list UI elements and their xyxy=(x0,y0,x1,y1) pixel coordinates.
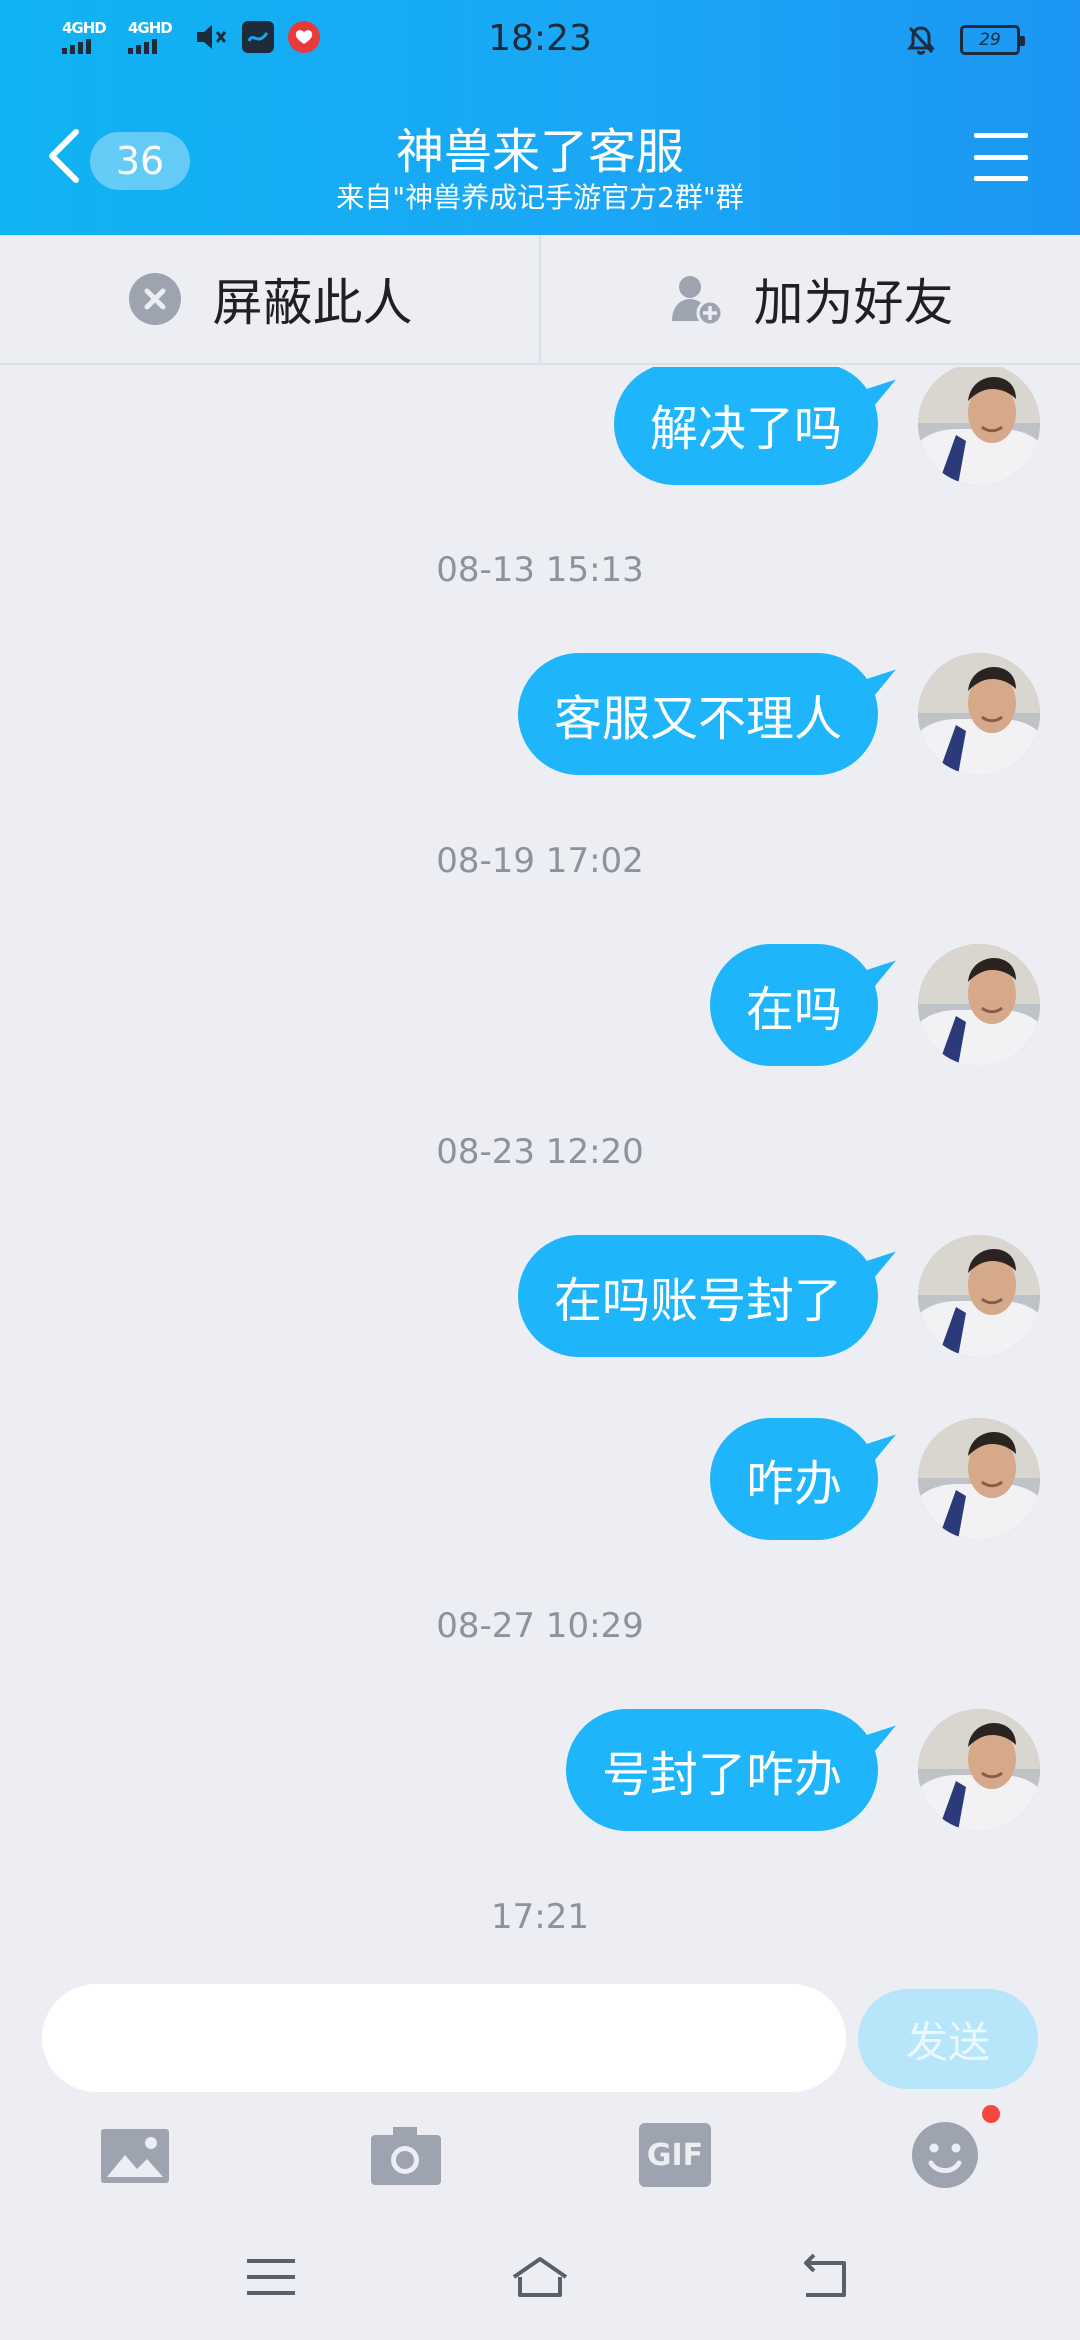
page-subtitle: 来自"神兽养成记手游官方2群"群 xyxy=(336,181,744,214)
home-icon[interactable] xyxy=(510,2247,570,2307)
message-bubble[interactable]: 解决了吗 xyxy=(613,367,878,485)
system-nav-bar xyxy=(0,2247,1080,2340)
message-row: 咋办 xyxy=(709,1418,1040,1540)
message-row: 在吗 xyxy=(709,944,1040,1066)
add-friend-icon xyxy=(671,276,723,327)
chat-area[interactable]: 解决了吗 08-13 15:13 客服又不理人 08-19 17:02 在吗 0… xyxy=(0,367,1080,1967)
menu-icon[interactable] xyxy=(974,133,1028,181)
avatar[interactable] xyxy=(918,1418,1040,1540)
message-row: 在吗账号封了 xyxy=(517,1235,1040,1357)
avatar[interactable] xyxy=(918,1709,1040,1831)
message-timestamp: 08-13 15:13 xyxy=(436,550,644,590)
message-row: 客服又不理人 xyxy=(517,653,1040,775)
avatar[interactable] xyxy=(918,944,1040,1066)
message-timestamp: 08-27 10:29 xyxy=(436,1606,644,1646)
avatar[interactable] xyxy=(918,1235,1040,1357)
add-friend-label: 加为好友 xyxy=(753,274,954,332)
gif-icon[interactable]: GIF xyxy=(639,2123,711,2187)
message-bubble[interactable]: 客服又不理人 xyxy=(517,653,878,775)
message-row: 解决了吗 xyxy=(613,367,1040,485)
send-button[interactable]: 发送 xyxy=(858,1989,1038,2089)
message-timestamp: 17:21 xyxy=(491,1897,589,1937)
message-timestamp: 08-23 12:20 xyxy=(436,1132,644,1172)
title-bar: 4GHD 4GHD 18:23 29 36 神兽来了客服 来自"神兽养成记手游官… xyxy=(0,0,1080,235)
battery-level: 29 xyxy=(979,30,1001,50)
message-bubble[interactable]: 在吗账号封了 xyxy=(517,1235,878,1357)
block-user-label: 屏蔽此人 xyxy=(212,274,413,332)
message-bubble[interactable]: 咋办 xyxy=(709,1418,878,1540)
image-icon[interactable] xyxy=(99,2119,171,2191)
page-title: 神兽来了客服 xyxy=(395,124,684,180)
avatar[interactable] xyxy=(918,367,1040,485)
back-nav-icon[interactable] xyxy=(794,2247,854,2307)
avatar[interactable] xyxy=(918,653,1040,775)
add-friend-button[interactable]: 加为好友 xyxy=(539,235,1080,363)
block-user-button[interactable]: 屏蔽此人 xyxy=(0,235,539,363)
message-input[interactable] xyxy=(42,1984,846,2092)
composer-tools: GIF xyxy=(0,2105,1080,2219)
composer-bar: 发送 GIF xyxy=(0,1967,1080,2340)
message-row: 号封了咋办 xyxy=(565,1709,1040,1831)
notification-dot xyxy=(982,2105,1000,2123)
message-bubble[interactable]: 在吗 xyxy=(709,944,878,1066)
battery-icon: 29 xyxy=(960,25,1025,55)
recent-apps-icon[interactable] xyxy=(241,2247,301,2307)
message-timestamp: 08-19 17:02 xyxy=(436,841,644,881)
emoji-icon[interactable] xyxy=(909,2119,981,2191)
status-bar: 4GHD 4GHD 18:23 29 xyxy=(0,0,1080,84)
message-bubble[interactable]: 号封了咋办 xyxy=(565,1709,878,1831)
action-bar: 屏蔽此人 加为好友 xyxy=(0,235,1080,365)
bell-off-icon xyxy=(907,26,935,55)
block-face-icon xyxy=(128,273,181,325)
camera-icon[interactable] xyxy=(369,2119,441,2191)
